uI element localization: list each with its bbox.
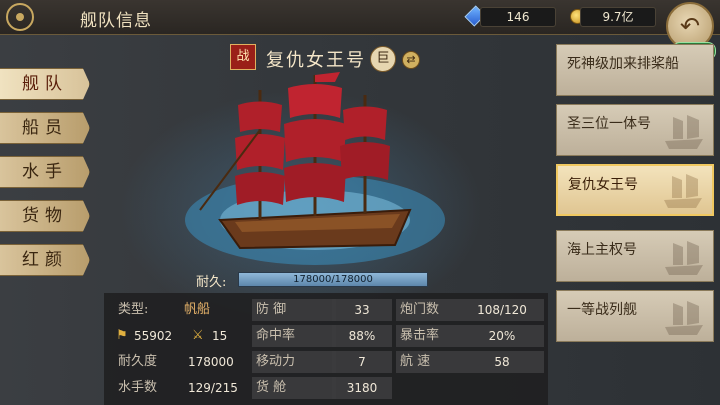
cargo-label: 货 舱 [252,377,336,399]
speed-value: 58 [460,351,544,373]
sailors-label: 水手数 [118,380,158,395]
gem-counter: 146 [480,7,556,27]
ship-list-name: 一等战列舰 [567,302,637,318]
type-label: 类型: [118,302,149,317]
tab-cargo[interactable]: 货物 [0,200,90,232]
durability-stat-value: 178000 [188,355,234,369]
ship-wheel-icon[interactable] [6,3,34,31]
power-value: 55902 [134,329,173,343]
sailors-value: 129/215 [188,381,238,395]
ship-silhouette-icon [665,115,703,149]
crossed-swords-icon: ⚔ [192,328,204,343]
ship-list-item[interactable]: 死神级加来排桨船 [556,44,714,96]
tab-sailors[interactable]: 水手 [0,156,90,188]
ship-list-item-selected[interactable]: 复仇女王号 [556,164,714,216]
ship-list-name: 复仇女王号 [568,177,638,193]
move-label: 移动力 [252,351,336,373]
ship-silhouette-icon [665,241,703,275]
stats-row: ⚑ 55902 ⚔ 15 命中率 88% 暴击率 20% [104,325,548,347]
ship-silhouette-icon [664,174,702,208]
attack-value: 15 [212,329,228,343]
durability-bar: 178000/178000 [238,272,428,287]
durability-stat-label: 耐久度 [118,354,158,369]
ship-silhouette-icon [665,301,703,335]
swap-icon[interactable]: ⇄ [402,51,420,69]
fleet-screen: 舰队信息 146 9.7亿 ↶ 旗舰 舰队 船员 水手 货物 红颜 战 复仇女王… [0,0,720,405]
hit-label: 命中率 [252,325,336,347]
cannon-value: 108/120 [460,299,544,321]
ship-list-name: 海上主权号 [567,242,637,258]
ship-list-name: 死神级加来排桨船 [567,56,679,72]
defense-label: 防 御 [252,299,336,321]
tab-crew[interactable]: 船员 [0,112,90,144]
war-badge: 战 [230,44,256,70]
ship-list-name: 圣三位一体号 [567,116,651,132]
stats-row: 耐久度 178000 移动力 7 航 速 58 [104,351,548,373]
cannon-label: 炮门数 [396,299,460,321]
type-value: 帆船 [184,302,211,317]
top-bar: 舰队信息 146 9.7亿 [0,0,720,35]
stats-row: 类型: 帆船 防 御 33 炮门数 108/120 [104,299,548,321]
tab-fleet[interactable]: 舰队 [0,68,90,100]
ship-list-item[interactable]: 一等战列舰 [556,290,714,342]
ship-list-item[interactable]: 圣三位一体号 [556,104,714,156]
power-icon: ⚑ [116,328,128,343]
durability-label: 耐久: [196,275,227,290]
page-title: 舰队信息 [80,11,152,31]
crit-label: 暴击率 [396,325,460,347]
size-badge: 巨 [370,46,396,72]
stats-panel: 类型: 帆船 防 御 33 炮门数 108/120 ⚑ 55902 ⚔ 15 命… [104,293,548,405]
ship-illustration [185,72,445,265]
ship-name: 复仇女王号 [266,50,366,71]
crit-value: 20% [460,325,544,347]
stats-row: 水手数 129/215 货 舱 3180 [104,377,548,399]
gold-counter: 9.7亿 [580,7,656,27]
back-arrow-icon: ↶ [680,12,701,40]
hit-value: 88% [332,325,392,347]
tab-beauty[interactable]: 红颜 [0,244,90,276]
cargo-value: 3180 [332,377,392,399]
speed-label: 航 速 [396,351,460,373]
ship-list-item[interactable]: 海上主权号 [556,230,714,282]
move-value: 7 [332,351,392,373]
defense-value: 33 [332,299,392,321]
